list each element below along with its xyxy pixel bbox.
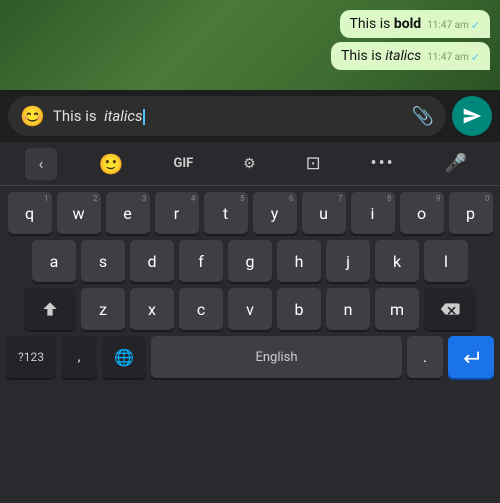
key-x[interactable]: x bbox=[130, 288, 174, 330]
key-s[interactable]: s bbox=[81, 240, 125, 282]
send-icon bbox=[462, 106, 482, 126]
backspace-icon bbox=[440, 301, 460, 317]
keyboard: q1 w2 e3 r4 t5 y6 u7 i8 o9 p0 a s d f g … bbox=[0, 186, 500, 503]
key-v[interactable]: v bbox=[228, 288, 272, 330]
space-key[interactable]: English bbox=[151, 336, 402, 378]
enter-icon bbox=[460, 349, 482, 365]
keyboard-bottom-row: ?123 , 🌐 English . bbox=[4, 336, 496, 378]
gif-label: GIF bbox=[174, 156, 194, 171]
back-chevron-icon: ‹ bbox=[39, 154, 44, 173]
message-meta-1: 11:47 am ✓ bbox=[427, 19, 480, 32]
more-icon: ••• bbox=[371, 153, 395, 174]
key-t[interactable]: t5 bbox=[204, 192, 248, 234]
message-text-2: This is italics bbox=[341, 48, 421, 64]
sticker-button[interactable]: 🙂 bbox=[91, 148, 132, 180]
key-y[interactable]: y6 bbox=[253, 192, 297, 234]
settings-icon: ⚙ bbox=[243, 156, 256, 172]
period-key[interactable]: . bbox=[407, 336, 443, 378]
mic-icon: 🎤 bbox=[445, 153, 467, 174]
emoji-button[interactable]: 😊 bbox=[20, 104, 45, 128]
key-row-1: q1 w2 e3 r4 t5 y6 u7 i8 o9 p0 bbox=[4, 192, 496, 234]
attachment-button[interactable]: 📎 bbox=[412, 106, 434, 127]
key-w[interactable]: w2 bbox=[57, 192, 101, 234]
translate-button[interactable]: ⊡ bbox=[298, 149, 329, 178]
tick-2: ✓ bbox=[471, 51, 480, 64]
key-row-3: z x c v b n m bbox=[4, 288, 496, 330]
key-g[interactable]: g bbox=[228, 240, 272, 282]
key-m[interactable]: m bbox=[375, 288, 419, 330]
key-l[interactable]: l bbox=[424, 240, 468, 282]
key-o[interactable]: o9 bbox=[400, 192, 444, 234]
shift-icon bbox=[42, 301, 58, 317]
comma-key[interactable]: , bbox=[61, 336, 97, 378]
shift-key[interactable] bbox=[24, 288, 76, 330]
message-bubble-2: This is italics 11:47 am ✓ bbox=[331, 42, 490, 70]
key-p[interactable]: p0 bbox=[449, 192, 493, 234]
mic-button[interactable]: 🎤 bbox=[437, 149, 475, 178]
globe-key[interactable]: 🌐 bbox=[102, 336, 146, 378]
more-button[interactable]: ••• bbox=[363, 149, 403, 178]
message-bubble-1: This is bold 11:47 am ✓ bbox=[340, 10, 490, 38]
keyboard-toolbar: ‹ 🙂 GIF ⚙ ⊡ ••• 🎤 bbox=[0, 142, 500, 186]
key-j[interactable]: j bbox=[326, 240, 370, 282]
backspace-key[interactable] bbox=[424, 288, 476, 330]
message-meta-2: 11:47 am ✓ bbox=[427, 51, 480, 64]
key-r[interactable]: r4 bbox=[155, 192, 199, 234]
key-c[interactable]: c bbox=[179, 288, 223, 330]
keyboard-back-button[interactable]: ‹ bbox=[25, 148, 57, 180]
key-u[interactable]: u7 bbox=[302, 192, 346, 234]
input-field-wrapper[interactable]: 😊 This is italics 📎 bbox=[8, 96, 446, 136]
key-b[interactable]: b bbox=[277, 288, 321, 330]
key-k[interactable]: k bbox=[375, 240, 419, 282]
key-i[interactable]: i8 bbox=[351, 192, 395, 234]
sticker-icon: 🙂 bbox=[99, 152, 124, 176]
message-text-1: This is bold bbox=[350, 16, 422, 32]
translate-icon: ⊡ bbox=[306, 153, 321, 174]
key-a[interactable]: a bbox=[32, 240, 76, 282]
input-bar: 😊 This is italics 📎 bbox=[0, 90, 500, 142]
key-e[interactable]: e3 bbox=[106, 192, 150, 234]
tick-1: ✓ bbox=[471, 19, 480, 32]
key-q[interactable]: q1 bbox=[8, 192, 52, 234]
key-row-2: a s d f g h j k l bbox=[4, 240, 496, 282]
key-n[interactable]: n bbox=[326, 288, 370, 330]
key-z[interactable]: z bbox=[81, 288, 125, 330]
gif-button[interactable]: GIF bbox=[166, 152, 202, 175]
message-input[interactable]: This is italics bbox=[53, 107, 404, 125]
settings-button[interactable]: ⚙ bbox=[235, 152, 264, 176]
key-d[interactable]: d bbox=[130, 240, 174, 282]
chat-area: This is bold 11:47 am ✓ This is italics … bbox=[0, 0, 500, 90]
key-h[interactable]: h bbox=[277, 240, 321, 282]
numbers-key[interactable]: ?123 bbox=[6, 336, 56, 378]
enter-key[interactable] bbox=[448, 336, 494, 378]
send-button[interactable] bbox=[452, 96, 492, 136]
key-f[interactable]: f bbox=[179, 240, 223, 282]
